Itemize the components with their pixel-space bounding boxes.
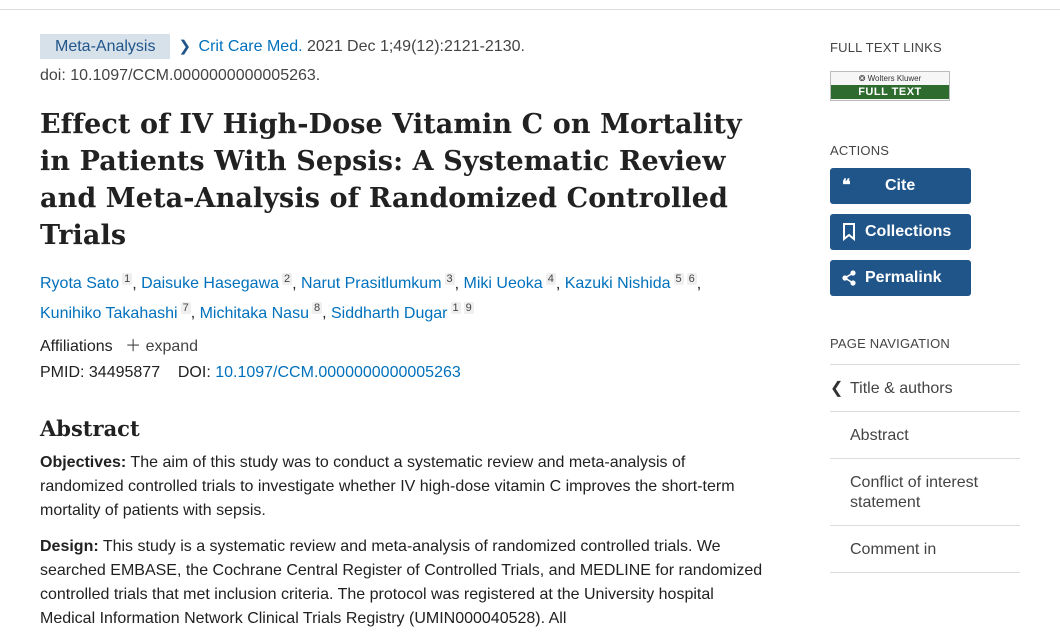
- nav-abstract[interactable]: Abstract: [830, 412, 1020, 459]
- citation-line: Meta-Analysis ❯ Crit Care Med. 2021 Dec 1…: [40, 32, 770, 90]
- collections-button[interactable]: Collections: [830, 214, 971, 250]
- full-text-label: FULL TEXT: [831, 85, 949, 99]
- author-item: Miki Ueoka 4: [464, 273, 556, 292]
- affiliation-ref[interactable]: 8: [311, 302, 323, 315]
- publication-type-badge[interactable]: Meta-Analysis: [40, 34, 171, 60]
- quote-icon: ❝: [842, 177, 851, 194]
- expand-label: expand: [145, 337, 199, 355]
- author-link[interactable]: Ryota Sato: [40, 275, 119, 292]
- objectives-text: The aim of this study was to conduct a s…: [40, 453, 735, 519]
- design-label: Design:: [40, 537, 99, 555]
- nav-comment-in[interactable]: Comment in: [830, 526, 1020, 573]
- wolters-kluwer-emblem-icon: ❂: [858, 74, 866, 83]
- doi-link[interactable]: 10.1097/CCM.0000000000005263: [215, 364, 461, 381]
- author-item: Michitaka Nasu 8: [200, 302, 323, 322]
- author-item: Ryota Sato 1: [40, 273, 133, 292]
- publication-date: 2021 Dec 1;49(12):2121-2130.: [307, 38, 525, 55]
- author-item: Siddharth Dugar 1 9: [331, 302, 474, 322]
- affiliation-ref[interactable]: 9: [463, 302, 474, 315]
- affiliation-ref[interactable]: 5: [673, 273, 684, 285]
- collections-label: Collections: [865, 223, 952, 240]
- pmid-value: 34495877: [88, 363, 161, 381]
- nav-conflict-of-interest[interactable]: Conflict of interest statement: [830, 459, 1020, 526]
- nav-item-label: Comment in: [850, 541, 937, 558]
- author-link[interactable]: Kunihiko Takahashi: [40, 305, 178, 322]
- expand-affiliations-button[interactable]: ＋ expand: [125, 338, 198, 355]
- affiliation-ref[interactable]: 7: [180, 302, 191, 315]
- bookmark-icon: [842, 214, 856, 255]
- sidebar: FULL TEXT LINKS ❂ Wolters Kluwer FULL TE…: [830, 40, 1020, 573]
- permalink-label: Permalink: [865, 269, 942, 286]
- design-paragraph: Design: This study is a systematic revie…: [40, 535, 765, 631]
- affiliation-ref[interactable]: 6: [686, 273, 697, 285]
- nav-item-label: Abstract: [850, 427, 909, 444]
- cite-label: Cite: [885, 177, 916, 194]
- nav-item-label: Conflict of interest statement: [850, 474, 979, 511]
- affiliation-ref[interactable]: 3: [444, 273, 455, 285]
- author-item: Daisuke Hasegawa 2: [141, 273, 293, 292]
- author-link[interactable]: Miki Ueoka: [464, 275, 543, 292]
- plus-icon: ＋: [125, 337, 142, 355]
- chevron-right-icon: ❯: [178, 38, 192, 55]
- chevron-left-icon: ❮: [830, 380, 844, 397]
- authors-list: Ryota Sato 1, Daisuke Hasegawa 2, Narut Pr…: [40, 273, 702, 322]
- design-text: This study is a systematic review and me…: [40, 537, 763, 627]
- affiliations-label: Affiliations: [40, 337, 113, 355]
- nav-item-label: Title & authors: [850, 380, 953, 397]
- affiliation-ref[interactable]: 1: [122, 273, 133, 285]
- share-icon: [842, 260, 856, 300]
- author-link[interactable]: Daisuke Hasegawa: [141, 275, 279, 292]
- wolters-kluwer-logo: ❂ Wolters Kluwer: [858, 74, 922, 83]
- citation-doi: doi: 10.1097/CCM.0000000000005263.: [40, 67, 321, 84]
- objectives-paragraph: Objectives: The aim of this study was to…: [40, 451, 765, 523]
- author-link[interactable]: Narut Prasitlumkum: [301, 275, 441, 292]
- page-navigation-list: ❮ Title & authors Abstract Conflict of i…: [830, 364, 1020, 573]
- abstract-heading: Abstract: [40, 415, 140, 441]
- affiliation-ref[interactable]: 1: [450, 302, 461, 315]
- doi-label: DOI:: [177, 363, 211, 381]
- affiliations-row: Affiliations ＋ expand: [40, 335, 770, 359]
- identifiers-row: PMID: 34495877 DOI: 10.1097/CCM.00000000…: [40, 362, 770, 384]
- nav-title-authors[interactable]: ❮ Title & authors: [830, 365, 1020, 412]
- full-text-links-heading: FULL TEXT LINKS: [830, 40, 942, 55]
- author-item: Kazuki Nishida 5 6: [565, 273, 697, 292]
- permalink-button[interactable]: Permalink: [830, 260, 971, 296]
- article-title: Effect of IV High-Dose Vitamin C on Mort…: [40, 109, 742, 251]
- actions-heading: ACTIONS: [830, 143, 890, 158]
- cite-button[interactable]: ❝ Cite: [830, 168, 971, 204]
- objectives-label: Objectives:: [40, 453, 127, 471]
- author-item: Narut Prasitlumkum 3: [301, 273, 455, 292]
- article-main: Meta-Analysis ❯ Crit Care Med. 2021 Dec 1…: [40, 32, 770, 643]
- full-text-link-logo[interactable]: ❂ Wolters Kluwer FULL TEXT: [830, 71, 950, 101]
- pmid-label: PMID:: [40, 363, 85, 381]
- author-link[interactable]: Michitaka Nasu: [200, 305, 309, 322]
- author-link[interactable]: Siddharth Dugar: [331, 305, 448, 322]
- journal-link[interactable]: Crit Care Med.: [199, 38, 303, 55]
- page-navigation-heading: PAGE NAVIGATION: [830, 336, 951, 351]
- top-divider: [0, 0, 1060, 10]
- affiliation-ref[interactable]: 4: [545, 273, 556, 285]
- author-item: Kunihiko Takahashi 7: [40, 302, 191, 322]
- author-link[interactable]: Kazuki Nishida: [565, 275, 671, 292]
- affiliation-ref[interactable]: 2: [282, 273, 293, 285]
